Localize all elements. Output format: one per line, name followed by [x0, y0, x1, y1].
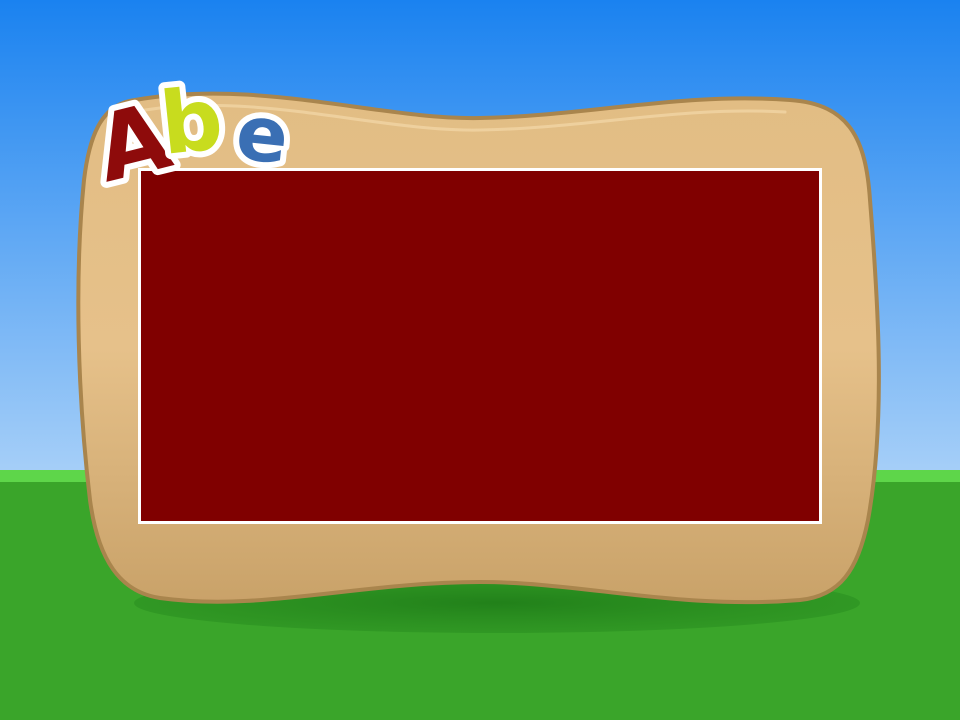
abe-logo: A b e	[96, 70, 299, 209]
logo-letter-e: e	[232, 87, 293, 181]
screen-content-area	[140, 170, 820, 522]
game-scene: A b e	[0, 0, 960, 720]
logo-letter-b: b	[156, 70, 228, 175]
